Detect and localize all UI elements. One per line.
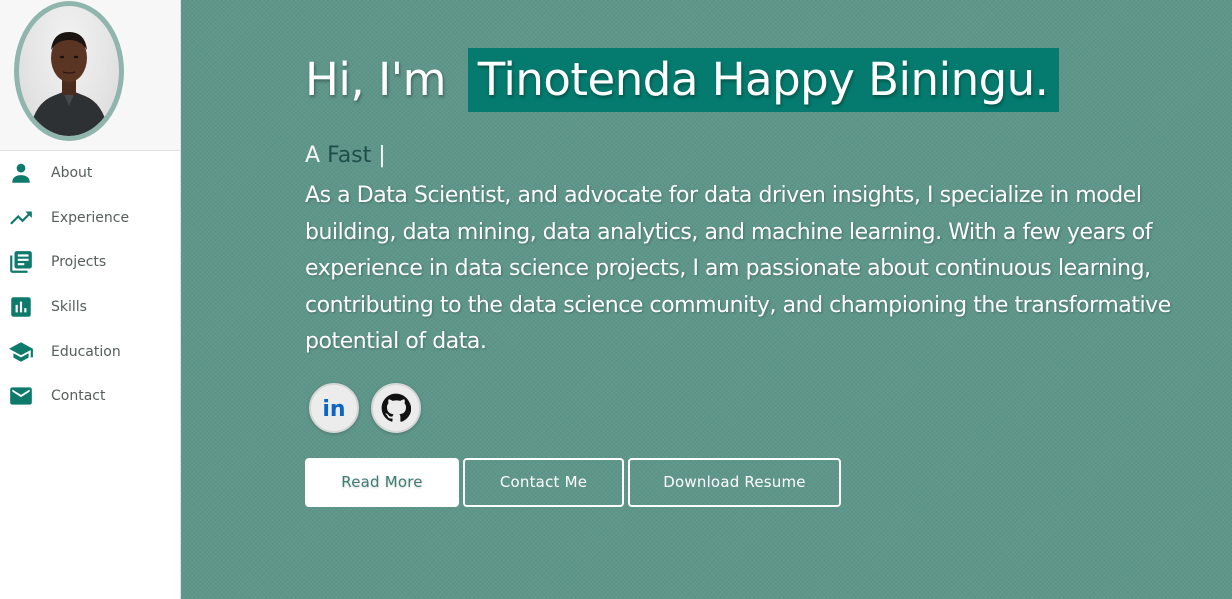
hero-section: Hi, I'm Tinotenda Happy Biningu. A Fast … bbox=[181, 0, 1232, 599]
typed-cursor: | bbox=[378, 143, 386, 168]
sidebar-item-about[interactable]: About bbox=[0, 151, 181, 196]
sidebar: About Experience Projects Skills Educati… bbox=[0, 0, 181, 599]
sidebar-item-label: Education bbox=[51, 343, 121, 360]
sidebar-item-label: Projects bbox=[51, 254, 107, 271]
linkedin-link[interactable]: in bbox=[309, 382, 359, 433]
sidebar-item-skills[interactable]: Skills bbox=[0, 285, 181, 330]
hero-content: Hi, I'm Tinotenda Happy Biningu. A Fast … bbox=[305, 48, 1185, 507]
hero-bio: As a Data Scientist, and advocate for da… bbox=[305, 183, 1171, 354]
graduation-cap-icon bbox=[8, 339, 34, 365]
sidebar-nav: About Experience Projects Skills Educati… bbox=[0, 151, 181, 419]
linkedin-icon: in bbox=[322, 397, 345, 422]
typed-subtitle: A Fast | bbox=[305, 142, 1185, 170]
contact-me-button[interactable]: Contact Me bbox=[463, 457, 624, 507]
library-books-icon bbox=[8, 249, 34, 275]
bar-chart-icon bbox=[8, 294, 34, 320]
sidebar-item-label: Contact bbox=[51, 388, 106, 405]
sidebar-item-contact[interactable]: Contact bbox=[0, 374, 181, 419]
person-icon bbox=[8, 160, 34, 186]
profile-photo bbox=[29, 32, 109, 136]
sidebar-item-experience[interactable]: Experience bbox=[0, 196, 181, 241]
mail-icon bbox=[8, 383, 34, 409]
typed-word: Fast bbox=[327, 143, 372, 168]
sidebar-item-projects[interactable]: Projects bbox=[0, 240, 181, 285]
avatar bbox=[14, 1, 124, 141]
hero-name: Tinotenda Happy Biningu. bbox=[467, 48, 1059, 112]
portfolio-page: About Experience Projects Skills Educati… bbox=[0, 0, 1232, 599]
social-links: in bbox=[305, 382, 1185, 433]
read-more-button[interactable]: Read More bbox=[305, 457, 459, 507]
github-icon bbox=[381, 393, 411, 422]
typed-prefix: A bbox=[305, 143, 321, 168]
sidebar-item-label: Experience bbox=[51, 209, 130, 226]
sidebar-item-label: Skills bbox=[51, 299, 87, 316]
trending-up-icon bbox=[8, 205, 34, 231]
greeting-text: Hi, I'm bbox=[305, 53, 446, 106]
download-resume-button[interactable]: Download Resume bbox=[628, 457, 841, 507]
hero-headline: Hi, I'm Tinotenda Happy Biningu. bbox=[305, 48, 1185, 112]
hero-buttons: Read More Contact Me Download Resume bbox=[305, 457, 1185, 507]
github-link[interactable] bbox=[371, 382, 421, 433]
linkedin-logo-text: in bbox=[322, 397, 345, 422]
sidebar-item-education[interactable]: Education bbox=[0, 329, 181, 374]
sidebar-item-label: About bbox=[51, 165, 93, 182]
profile-header bbox=[0, 0, 180, 151]
